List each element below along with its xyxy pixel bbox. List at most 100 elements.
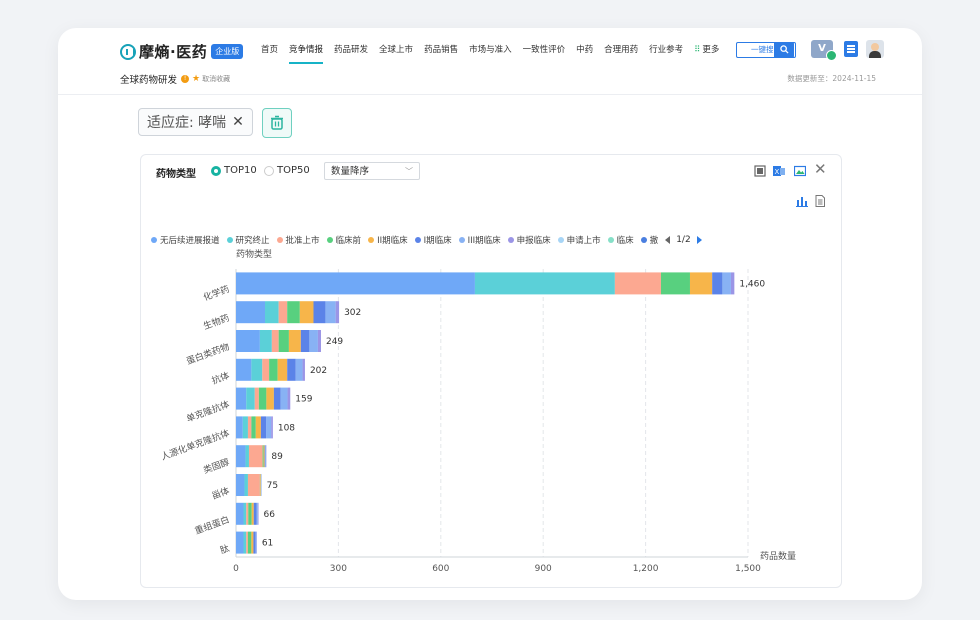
bar-segment	[253, 502, 257, 525]
bar-segment	[246, 531, 248, 554]
bar-segment	[236, 358, 252, 381]
bar-segment	[236, 531, 244, 554]
bar-segment	[266, 387, 274, 410]
nav-item-tcm[interactable]: 中药	[576, 43, 593, 55]
bar-segment	[266, 416, 272, 439]
filter-tag-indication: 适应症: 哮喘 ✕	[138, 108, 253, 136]
nav-item-drug-sales[interactable]: 药品销售	[424, 43, 458, 55]
bar-total-label: 1,460	[739, 279, 765, 289]
top-navbar: 摩熵·医药 企业版 首页 竞争情报 药品研发 全球上市 药品销售 市场与准入 一…	[58, 28, 922, 95]
bar-segment	[265, 445, 267, 468]
bar-segment	[271, 416, 273, 439]
category-label: 化学药	[202, 283, 231, 304]
bar-segment	[236, 330, 260, 352]
category-label: 蛋白类药物	[185, 341, 231, 368]
star-icon[interactable]: ★	[192, 74, 200, 84]
bar-segment	[300, 330, 310, 352]
bar-segment	[299, 301, 314, 324]
bar-segment	[309, 330, 318, 352]
bar-segment	[256, 502, 258, 525]
bar-segment	[258, 387, 267, 410]
x-tick-label: 600	[432, 564, 449, 574]
bar-segment	[262, 358, 270, 381]
bar-segment	[287, 358, 296, 381]
bar-total-label: 61	[262, 539, 273, 549]
bar-segment	[236, 502, 244, 525]
nav-item-rational-use[interactable]: 合理用药	[604, 43, 638, 55]
bar-segment	[236, 416, 243, 439]
bar-segment	[246, 502, 249, 525]
bar-segment	[242, 416, 248, 439]
nav-item-home[interactable]: 首页	[261, 43, 278, 55]
filter-tag-label: 适应症: 哮喘	[147, 115, 227, 131]
brand-logo[interactable]: 摩熵·医药 企业版	[120, 41, 244, 62]
category-label: 人源化单克隆抗体	[159, 427, 231, 463]
nav-item-market-access[interactable]: 市场与准入	[469, 43, 512, 55]
bar-segment	[730, 272, 735, 295]
bar-segment	[335, 301, 340, 324]
main-card: 摩熵·医药 企业版 首页 竞争情报 药品研发 全球上市 药品销售 市场与准入 一…	[58, 28, 922, 600]
bar-segment	[236, 272, 475, 295]
nav-item-more[interactable]: ⠿ 更多	[694, 43, 719, 55]
brand-logo-icon	[120, 43, 136, 60]
bar-segment	[614, 272, 661, 295]
bar-segment	[247, 531, 252, 554]
bar-total-label: 249	[326, 337, 343, 347]
info-icon[interactable]: !	[181, 75, 190, 83]
bar-segment	[257, 502, 259, 525]
bar-segment	[247, 474, 260, 496]
bar-segment	[243, 502, 247, 525]
bar-segment	[317, 330, 321, 352]
bar-segment	[260, 416, 267, 439]
category-label: 类固醇	[202, 456, 231, 477]
bar-segment	[271, 330, 279, 352]
x-tick-label: 1,500	[735, 564, 761, 574]
clear-filters-button[interactable]	[262, 108, 292, 138]
bar-segment	[280, 387, 288, 410]
message-icon[interactable]	[844, 41, 858, 57]
enterprise-badge: 企业版	[211, 44, 244, 59]
bar-segment	[245, 445, 249, 468]
bar-segment	[251, 502, 254, 525]
bar-segment	[255, 531, 257, 554]
nav-item-industry-ref[interactable]: 行业参考	[649, 43, 683, 55]
bar-segment	[302, 358, 305, 381]
verified-check-icon	[826, 50, 837, 61]
bar-segment	[277, 358, 288, 381]
bar-segment	[251, 531, 254, 554]
bar-total-label: 89	[271, 452, 283, 462]
bar-segment	[474, 272, 615, 295]
bar-segment	[264, 445, 266, 468]
cancel-favorite-link[interactable]: 取消收藏	[202, 74, 230, 84]
category-label: 肽	[218, 542, 231, 556]
stacked-bar-chart: 0 300 600 900 1,200 1,500 药物类型药品数量 1,460 化学药 302 生…	[159, 248, 796, 574]
trash-icon	[271, 115, 283, 130]
x-tick-label: 300	[330, 564, 347, 574]
x-tick-label: 0	[233, 564, 239, 574]
nav-item-global-launch[interactable]: 全球上市	[379, 43, 413, 55]
bar-total-label: 159	[295, 395, 312, 405]
remove-filter-icon[interactable]: ✕	[232, 114, 244, 130]
bar-segment	[236, 301, 266, 324]
bar-segment	[689, 272, 713, 295]
nav-item-consistency[interactable]: 一致性评价	[523, 43, 566, 55]
user-avatar[interactable]	[866, 40, 884, 58]
search-button[interactable]	[774, 42, 794, 58]
bar-segment	[247, 416, 252, 439]
nav-item-competitive-intel[interactable]: 竞争情报	[289, 43, 324, 64]
bar-segment	[722, 272, 731, 295]
bar-segment	[325, 301, 336, 324]
bar-total-label: 202	[310, 366, 327, 376]
bar-segment	[243, 531, 247, 554]
bar-segment	[278, 330, 289, 352]
nav-item-drug-rd[interactable]: 药品研发	[334, 43, 368, 55]
bar-segment	[259, 330, 272, 352]
bar-segment	[260, 474, 261, 496]
bar-segment	[251, 416, 256, 439]
bar-segment	[287, 387, 291, 410]
bar-segment	[244, 474, 248, 496]
category-label: 重组蛋白	[193, 513, 231, 537]
search-icon	[779, 45, 789, 54]
bar-total-label: 302	[344, 308, 361, 318]
y-axis-title: 药物类型	[236, 248, 272, 260]
